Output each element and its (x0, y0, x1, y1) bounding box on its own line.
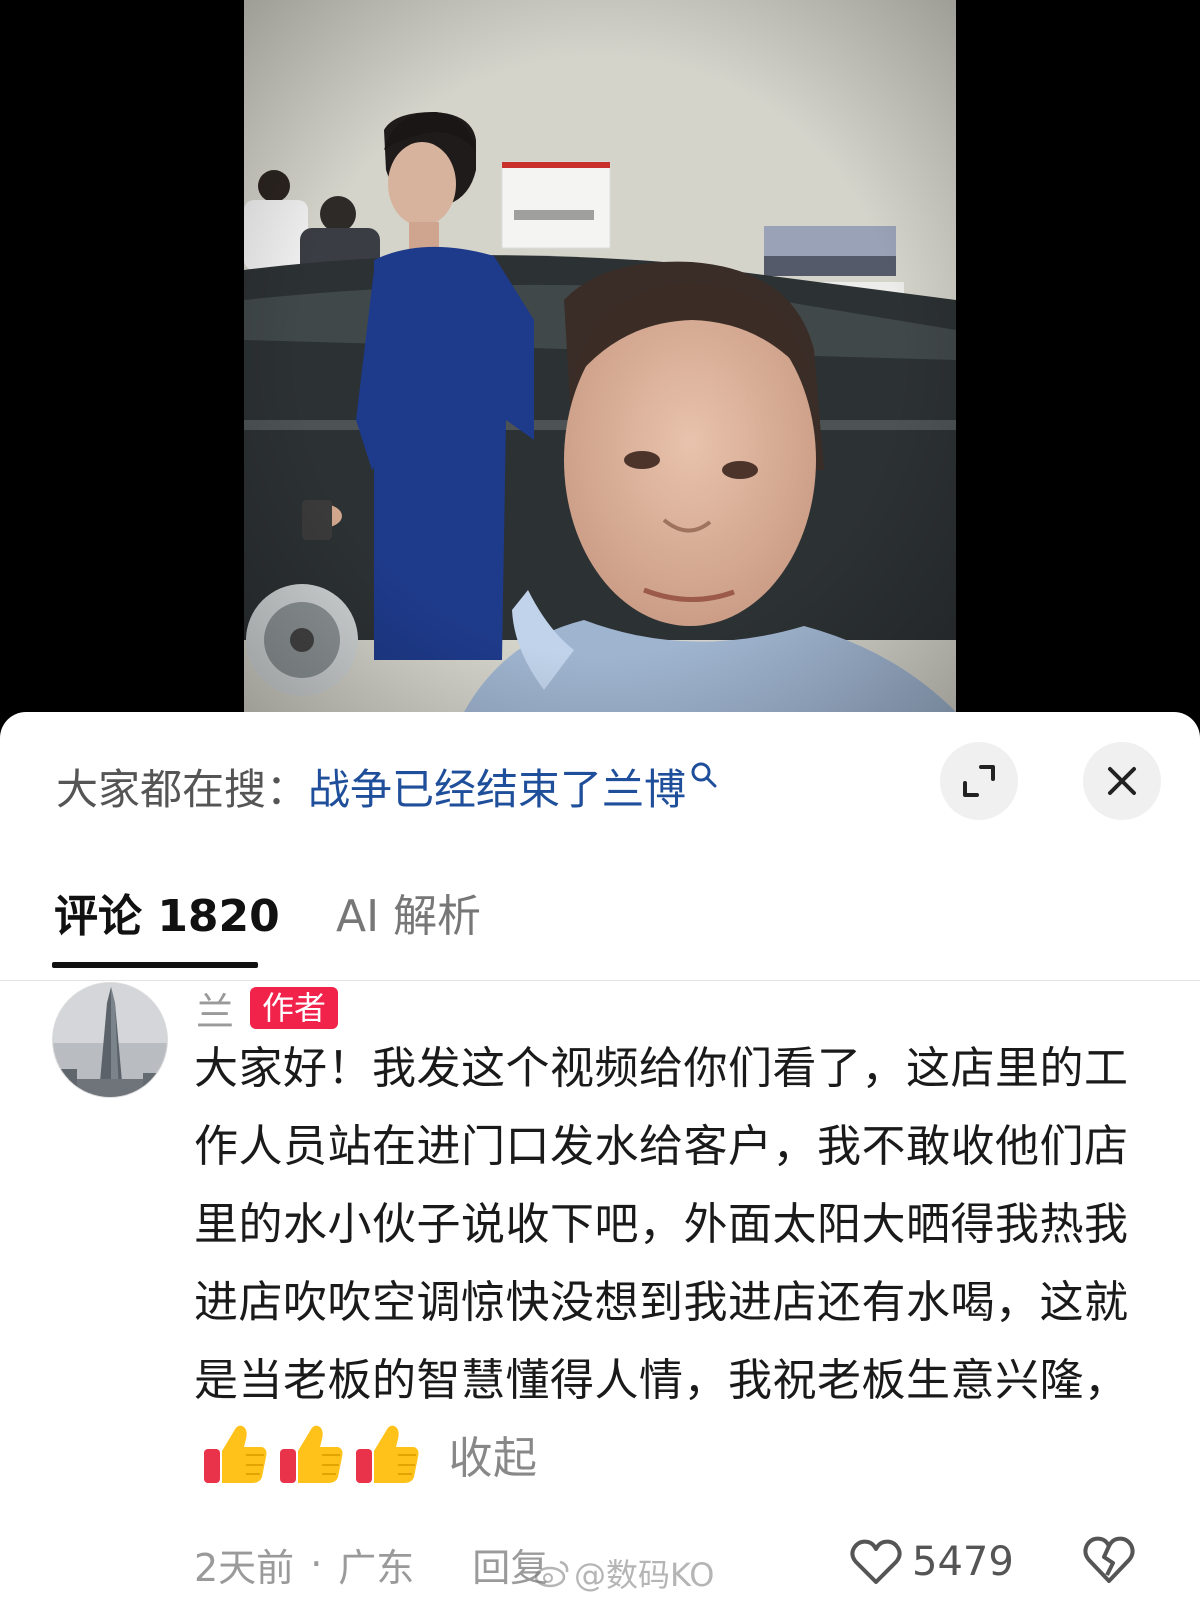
comment-sheet: 大家都在搜： 战争已经结束了兰博 评论 1820 AI 解析 兰 作者 大家好！… (0, 712, 1200, 1607)
author-badge: 作者 (250, 987, 339, 1029)
tab-ai-analysis[interactable]: AI 解析 (336, 880, 481, 944)
avatar[interactable] (52, 982, 168, 1098)
broken-heart-icon (1083, 1536, 1135, 1583)
search-icon[interactable] (690, 761, 718, 789)
collapse-link[interactable]: 收起 (449, 1433, 538, 1484)
thumbs-up-icon (280, 1425, 343, 1483)
trending-search-query[interactable]: 战争已经结束了兰博 (308, 756, 686, 817)
weibo-logo-icon (534, 1560, 569, 1588)
comment-text: 大家好！我发这个视频给你们看了，这店里的工作人员站在进门口发水给客户，我不敢收他… (194, 1043, 1129, 1406)
close-icon (1108, 767, 1136, 795)
trending-search-prefix: 大家都在搜： (56, 764, 309, 814)
like-button[interactable]: 5479 (850, 1532, 1014, 1592)
expand-button[interactable] (940, 742, 1018, 820)
dislike-button[interactable] (1083, 1535, 1135, 1589)
close-button[interactable] (1083, 742, 1161, 820)
comment-time: 2天前 (194, 1545, 295, 1590)
thumbs-up-icon (356, 1425, 419, 1483)
video-still-image (244, 0, 956, 712)
video-frame (244, 0, 956, 712)
avatar-image (53, 983, 167, 1097)
comment-meta: 2天前 · 广东 回复 (194, 1536, 548, 1592)
expand-icon (963, 765, 995, 797)
heart-icon (850, 1539, 902, 1584)
comment-author-row: 兰 作者 (196, 984, 339, 1034)
tab-comments[interactable]: 评论 1820 (54, 880, 280, 944)
active-tab-indicator (52, 962, 258, 968)
like-count: 5479 (912, 1539, 1014, 1585)
comment-location: 广东 (338, 1545, 415, 1590)
thumbs-up-icon (204, 1425, 267, 1483)
watermark: @数码KO (534, 1550, 714, 1596)
video-player[interactable] (0, 0, 1200, 712)
watermark-text: @数码KO (574, 1556, 715, 1594)
comment-body: 大家好！我发这个视频给你们看了，这店里的工作人员站在进门口发水给客户，我不敢收他… (194, 1030, 1134, 1498)
divider (0, 980, 1200, 981)
tab-bar: 评论 1820 AI 解析 (0, 860, 1200, 992)
comment-author-name[interactable]: 兰 (196, 981, 234, 1036)
meta-separator: · (310, 1542, 323, 1586)
trending-search[interactable]: 大家都在搜： 战争已经结束了兰博 (56, 754, 718, 818)
